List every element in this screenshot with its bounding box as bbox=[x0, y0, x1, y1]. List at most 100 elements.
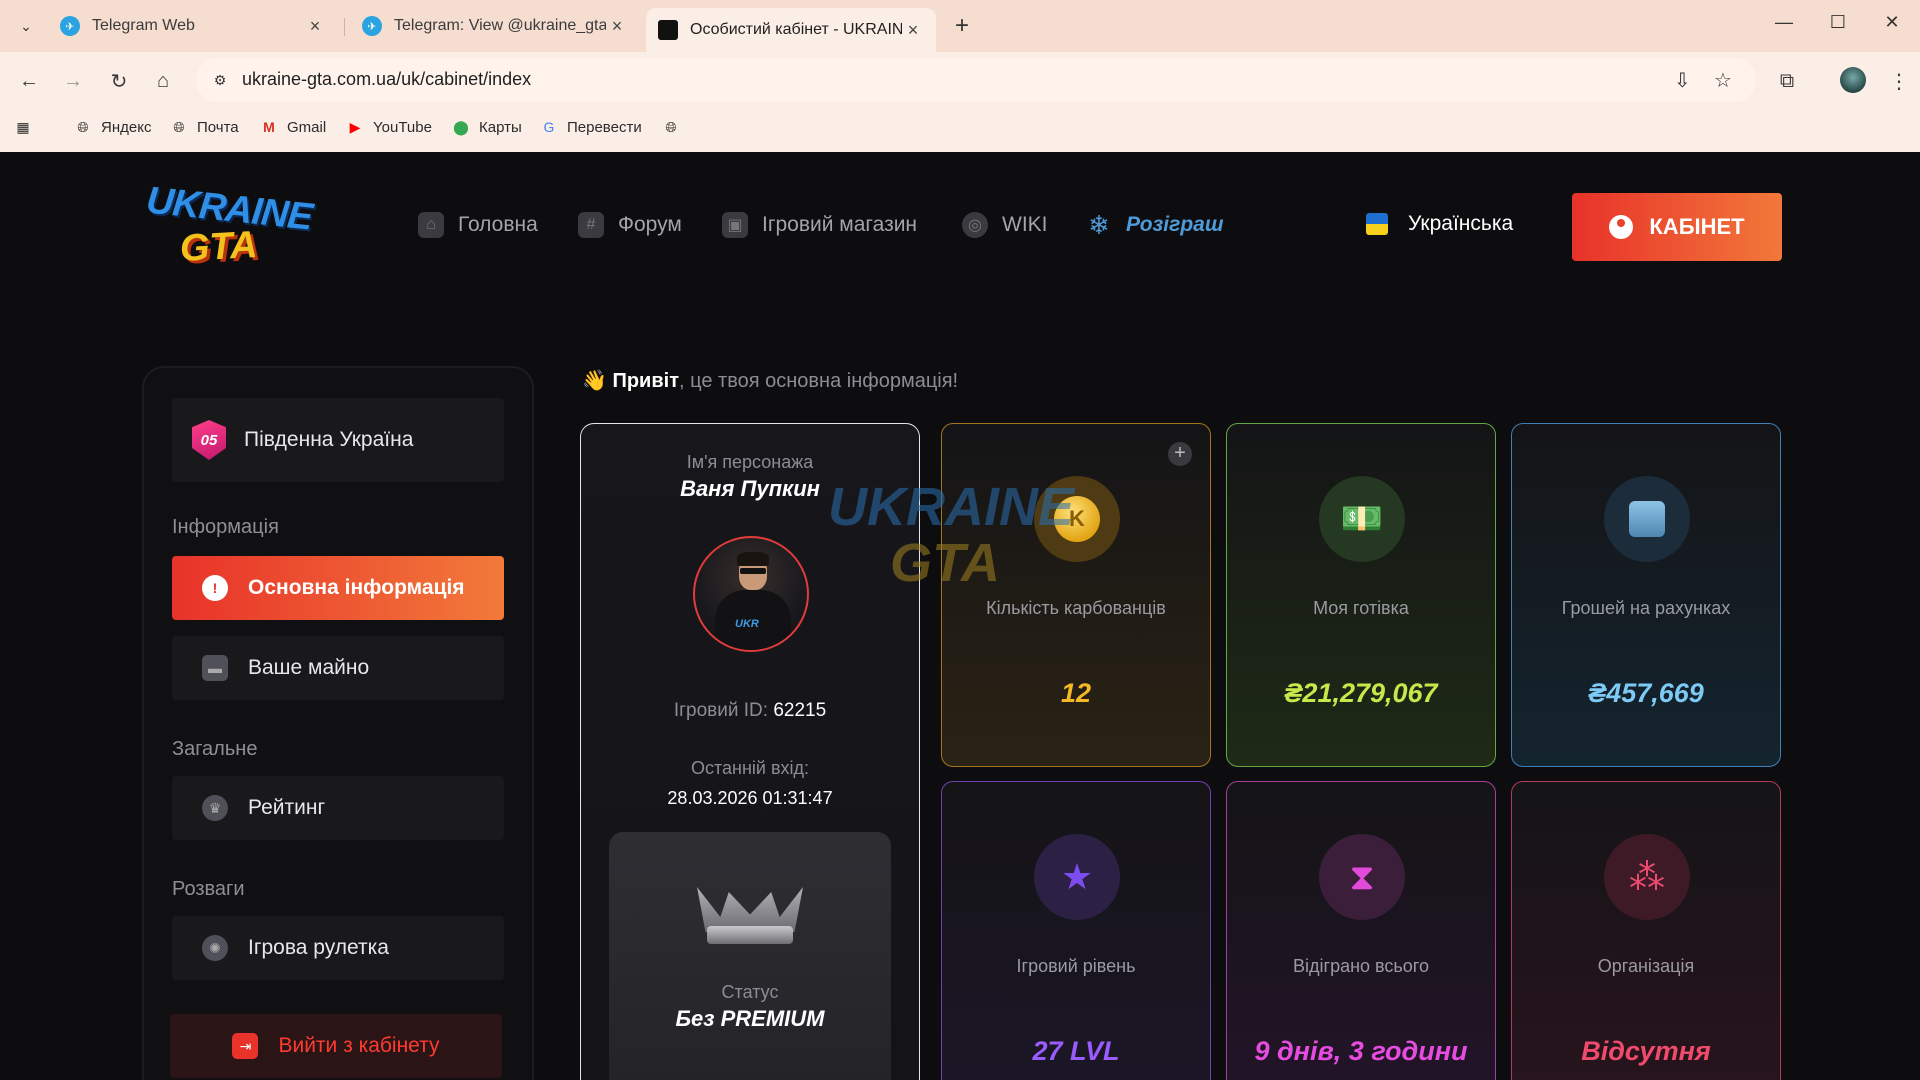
nav-shop[interactable]: ▣ Ігровий магазин bbox=[722, 212, 917, 238]
extensions-icon[interactable]: ⧉ bbox=[1772, 66, 1802, 96]
wave-hand-icon: 👋 bbox=[582, 370, 607, 392]
nav-forum[interactable]: # Форум bbox=[578, 212, 682, 238]
stat-label: Відіграно всього bbox=[1293, 956, 1429, 976]
stat-value: Відсутня bbox=[1581, 1036, 1711, 1066]
browser-menu-icon[interactable]: ⋮ bbox=[1884, 66, 1914, 96]
nav-label: WIKI bbox=[1002, 213, 1048, 236]
tab-telegram-channel[interactable]: ✈ Telegram: View @ukraine_gta × bbox=[350, 8, 640, 44]
close-tab-icon[interactable]: × bbox=[606, 16, 628, 37]
minimize-button[interactable]: — bbox=[1764, 12, 1804, 33]
section-title-fun: Розваги bbox=[172, 878, 245, 900]
bookmark-label: Gmail bbox=[287, 118, 327, 136]
stat-value: 27 LVL bbox=[1032, 1036, 1120, 1066]
trophy-icon: ♛ bbox=[202, 795, 228, 821]
home-button[interactable]: ⌂ bbox=[148, 66, 178, 96]
install-app-icon[interactable]: ⇩ bbox=[1674, 68, 1691, 93]
gmail-icon: M bbox=[263, 119, 275, 135]
site-logo[interactable]: UKRAINE GTA bbox=[144, 179, 314, 270]
bookmark-pochta[interactable]: 🌐︎ Почта bbox=[170, 118, 238, 136]
bookmarks-bar: ▦ 🌐︎ Яндекс 🌐︎ Почта M Gmail ▶ YouTube ⬤ Карт… bbox=[0, 108, 1920, 152]
url-text[interactable]: ukraine-gta.com.ua/uk/cabinet/index bbox=[242, 69, 531, 90]
nav-home[interactable]: ⌂ Головна bbox=[418, 212, 538, 238]
new-tab-button[interactable]: + bbox=[946, 12, 978, 40]
bookmark-maps[interactable]: ⬤ Карты bbox=[452, 118, 522, 136]
close-tab-icon[interactable]: × bbox=[304, 16, 326, 37]
stat-label: Ігровий рівень bbox=[1016, 956, 1136, 976]
server-selector[interactable]: 05 Південна Україна bbox=[172, 398, 504, 482]
tab-telegram-web[interactable]: ✈ Telegram Web × bbox=[48, 8, 338, 44]
language-selector[interactable]: Українська bbox=[1366, 212, 1513, 236]
sidebar-item-label: Ігрова рулетка bbox=[248, 936, 389, 959]
tab-search-icon[interactable]: ⌄ bbox=[10, 10, 42, 42]
tab-title: Особистий кабінет - UKRAINE bbox=[690, 21, 902, 38]
back-button[interactable]: ← bbox=[14, 66, 44, 96]
close-window-button[interactable]: ✕ bbox=[1872, 12, 1912, 33]
logout-button[interactable]: ⇥ Вийти з кабінету bbox=[170, 1014, 502, 1078]
cabinet-button[interactable]: КАБІНЕТ bbox=[1572, 193, 1782, 261]
telegram-icon: ✈ bbox=[60, 16, 80, 36]
apps-grid-icon[interactable]: ▦ bbox=[14, 118, 41, 136]
stat-value: 9 днів, 3 години bbox=[1254, 1036, 1468, 1066]
maximize-button[interactable]: ☐ bbox=[1818, 12, 1858, 33]
site-page: UKRAINE GTA ⌂ Головна # Форум ▣ Ігровий маг… bbox=[0, 152, 1920, 1080]
tab-title: Telegram Web bbox=[92, 17, 195, 34]
group-icon: ⁂ bbox=[1604, 834, 1690, 920]
greeting-text: , це твоя основна інформація! bbox=[679, 370, 959, 392]
sidebar-item-rating[interactable]: ♛ Рейтинг bbox=[172, 776, 504, 840]
last-login-value: 28.03.2026 01:31:47 bbox=[667, 788, 833, 808]
reload-button[interactable]: ↻ bbox=[104, 66, 134, 96]
hourglass-icon: ⧗ bbox=[1319, 834, 1405, 920]
cabinet-sidebar: 05 Південна Україна Інформація ! Основна… bbox=[142, 366, 534, 1080]
globe-icon: 🌐︎ bbox=[173, 118, 185, 135]
character-name: Ваня Пупкин bbox=[680, 476, 820, 501]
bookmark-label: Карты bbox=[479, 118, 522, 136]
stat-value: ₴21,279,067 bbox=[1284, 678, 1438, 708]
close-tab-icon[interactable]: × bbox=[902, 20, 924, 41]
nav-raffle[interactable]: ❄ Розіграш bbox=[1086, 210, 1224, 240]
status-value: Без PREMIUM bbox=[675, 1006, 825, 1031]
logout-label: Вийти з кабінету bbox=[278, 1034, 440, 1057]
address-bar[interactable]: ⚙ ukraine-gta.com.ua/uk/cabinet/index ⇩ … bbox=[196, 58, 1756, 102]
bookmark-label: YouTube bbox=[373, 118, 432, 136]
stat-label: Кількість карбованців bbox=[986, 598, 1166, 618]
browser-toolbar: ← → ↻ ⌂ ⚙ ukraine-gta.com.ua/uk/cabinet/… bbox=[0, 52, 1920, 108]
bookmark-translate[interactable]: G Перевести bbox=[540, 118, 642, 136]
sidebar-item-property[interactable]: ▬ Ваше майно bbox=[172, 636, 504, 700]
telegram-icon: ✈ bbox=[362, 16, 382, 36]
site-favicon-icon bbox=[658, 20, 678, 40]
exit-door-icon: ⇥ bbox=[232, 1033, 259, 1059]
status-box: Статус Без PREMIUM bbox=[609, 832, 891, 1080]
sidebar-item-roulette[interactable]: ✺ Ігрова рулетка bbox=[172, 916, 504, 980]
bookmark-gmail[interactable]: M Gmail bbox=[260, 118, 326, 136]
bookmark-globe[interactable]: 🌐︎ bbox=[662, 118, 689, 136]
shop-bag-icon: ▣ bbox=[722, 212, 748, 238]
add-coins-button[interactable]: + bbox=[1168, 442, 1192, 466]
car-icon: ▬ bbox=[202, 655, 228, 681]
game-id-label: Ігровий ID: bbox=[673, 700, 769, 721]
nav-label: Розіграш bbox=[1126, 213, 1224, 236]
profile-avatar[interactable] bbox=[1840, 67, 1866, 93]
sidebar-item-label: Ваше майно bbox=[248, 656, 370, 679]
ukraine-flag-icon bbox=[1366, 213, 1388, 235]
youtube-icon: ▶ bbox=[349, 118, 361, 135]
forward-button[interactable]: → bbox=[58, 66, 88, 96]
user-icon bbox=[1609, 215, 1634, 239]
coin-icon: K bbox=[1034, 476, 1120, 562]
greeting: 👋 Привіт, це твоя основна інформація! bbox=[582, 368, 958, 393]
site-info-icon[interactable]: ⚙ bbox=[206, 66, 234, 94]
nav-label: Ігровий магазин bbox=[762, 213, 918, 236]
tab-strip: ⌄ ✈ Telegram Web × ✈ Telegram: View @ukr… bbox=[0, 0, 1920, 52]
money-stack-icon: 💵 bbox=[1319, 476, 1405, 562]
greeting-bold: Привіт bbox=[612, 370, 680, 392]
language-label: Українська bbox=[1408, 212, 1514, 235]
sidebar-item-main-info[interactable]: ! Основна інформація bbox=[172, 556, 504, 620]
logo-text-gta: GTA bbox=[178, 224, 259, 270]
character-card: Ім'я персонажа Ваня Пупкин UKR Ігровий I… bbox=[580, 423, 920, 1080]
bookmark-youtube[interactable]: ▶ YouTube bbox=[346, 118, 432, 136]
tab-cabinet[interactable]: Особистий кабінет - UKRAINE × bbox=[646, 8, 936, 52]
nav-wiki[interactable]: ◎ WIKI bbox=[962, 212, 1048, 238]
bookmark-yandex[interactable]: 🌐︎ Яндекс bbox=[74, 118, 151, 136]
stat-card-cash: 💵 Моя готівка ₴21,279,067 bbox=[1226, 423, 1496, 767]
bookmark-star-icon[interactable]: ☆ bbox=[1714, 68, 1732, 93]
sidebar-item-label: Рейтинг bbox=[248, 796, 326, 819]
